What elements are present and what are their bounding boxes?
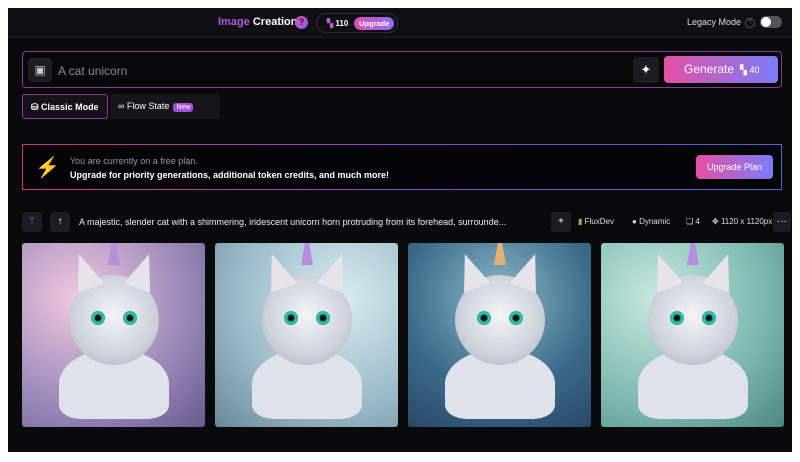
lightning-icon: ⚡ (35, 157, 60, 179)
tab-label: Classic Mode (41, 102, 99, 112)
style-name: Dynamic (639, 217, 671, 226)
cat-ear (644, 249, 683, 293)
arrow-up-icon[interactable]: ↑ (50, 212, 70, 232)
cat-ear (123, 249, 162, 293)
top-bar: Image Creation ? ▚ 110 Upgrade Legacy Mo… (8, 8, 792, 38)
magic-wand-icon[interactable]: ⚚ (22, 212, 42, 232)
unicorn-horn (686, 243, 699, 266)
model-name: FluxDev (584, 217, 614, 226)
info-icon[interactable]: ? (745, 18, 755, 28)
cat-head (258, 243, 355, 366)
image-gallery (22, 243, 784, 427)
tab-label: Flow State (126, 101, 170, 111)
new-badge: New (173, 103, 194, 112)
images-icon: ❏ (686, 217, 694, 226)
token-value: 110 (335, 19, 349, 28)
model-info: ▮ FluxDev (578, 217, 614, 226)
generate-label: Generate (684, 62, 735, 76)
cat-eye (315, 311, 330, 326)
unicorn-horn (107, 243, 120, 266)
cat-ear (451, 249, 490, 293)
generate-button[interactable]: Generate ▚ 40 (664, 56, 778, 83)
cat-eye (508, 311, 523, 326)
upgrade-plan-button[interactable]: Upgrade Plan (696, 155, 773, 179)
image-upload-icon[interactable]: ▣ (28, 58, 52, 82)
count-info: ❏ 4 (686, 217, 700, 226)
unicorn-horn (300, 243, 313, 266)
cat-ear (702, 249, 741, 293)
token-balance: ▚ 110 Upgrade (316, 13, 398, 33)
image-size: 1120 x 1120px (720, 217, 773, 226)
upgrade-button[interactable]: Upgrade (354, 17, 395, 30)
banner-line1: You are currently on a free plan. (70, 156, 198, 166)
generation-info-row: ⚚ ↑ A majestic, slender cat with a shimm… (22, 212, 791, 234)
title-part: Creation (252, 16, 298, 28)
cat-eye (90, 311, 105, 326)
cat-ear (65, 249, 104, 293)
size-info: ✥ 1120 x 1120px (712, 217, 772, 226)
style-info: ● Dynamic (632, 217, 670, 226)
generated-image[interactable] (601, 243, 784, 427)
move-icon: ✥ (712, 217, 719, 226)
model-icon: ▮ (578, 217, 583, 226)
drop-icon: ● (632, 217, 637, 226)
more-options-button[interactable]: ··· (773, 212, 791, 232)
cat-eye (283, 311, 298, 326)
tab-classic-mode[interactable]: ⛁ Classic Mode (22, 94, 108, 119)
cat-head (451, 243, 548, 366)
generated-image[interactable] (408, 243, 591, 427)
app-window: Image Creation ? ▚ 110 Upgrade Legacy Mo… (8, 8, 792, 452)
token-count: ▚ 110 (327, 19, 348, 28)
cat-head (644, 243, 741, 366)
image-count: 4 (695, 217, 700, 226)
generate-cost: ▚ 40 (740, 65, 760, 75)
cat-ear (509, 249, 548, 293)
prompt-bar: ▣ A cat unicorn ✦ Generate ▚ 40 (22, 51, 782, 88)
title-part: Image (218, 16, 250, 28)
cat-ear (258, 249, 297, 293)
plus-icon[interactable]: + (551, 212, 571, 232)
cat-eye (669, 311, 684, 326)
cost-value: 40 (749, 65, 760, 75)
cat-ear (316, 249, 355, 293)
sparkle-enhance-icon[interactable]: ✦ (633, 57, 659, 83)
help-icon[interactable]: ? (295, 16, 308, 29)
generation-prompt[interactable]: A majestic, slender cat with a shimmerin… (79, 217, 549, 227)
cat-head (65, 243, 162, 366)
generated-image[interactable] (215, 243, 398, 427)
cat-eye (122, 311, 137, 326)
legacy-mode-toggle[interactable] (760, 16, 782, 28)
cat-eye (701, 311, 716, 326)
page-title: Image Creation (218, 16, 297, 28)
cat-eye (476, 311, 491, 326)
prompt-input[interactable]: A cat unicorn (58, 64, 127, 78)
token-icon: ▚ (327, 19, 334, 28)
free-plan-banner: ⚡ You are currently on a free plan. Upgr… (22, 144, 782, 190)
banner-line2: Upgrade for priority generations, additi… (70, 170, 390, 180)
legacy-mode-label: Legacy Mode (687, 17, 742, 27)
unicorn-horn (493, 243, 506, 266)
generated-image[interactable] (22, 243, 205, 427)
tab-flow-state[interactable]: ∞ Flow State New (110, 94, 220, 119)
